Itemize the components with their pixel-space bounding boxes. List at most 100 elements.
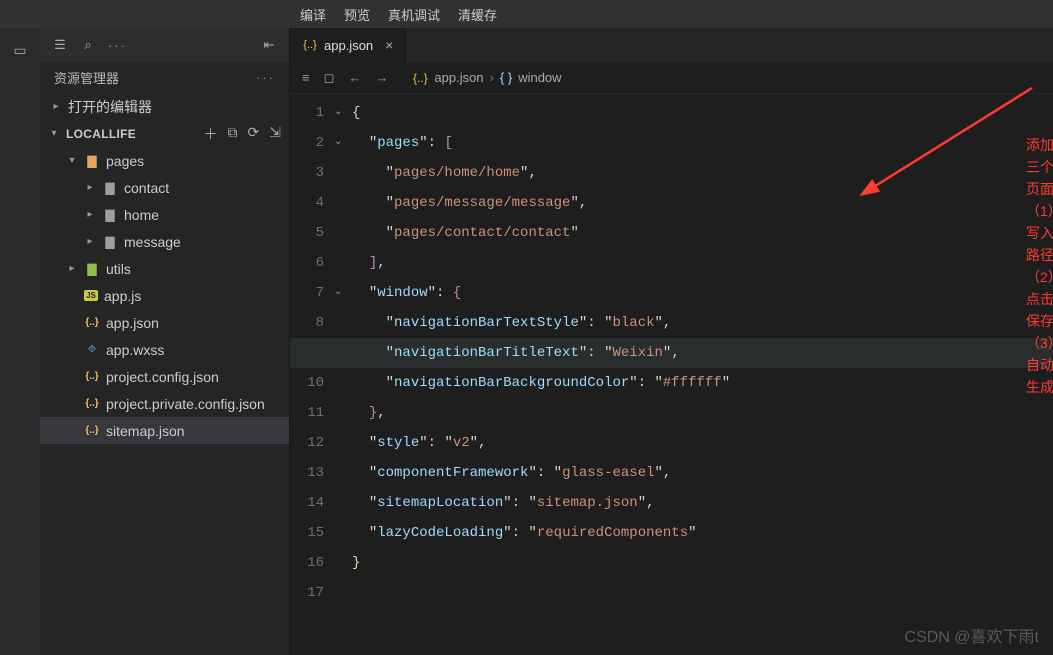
json-string: requiredComponents (537, 525, 688, 541)
collapse-panel-icon[interactable]: ⇤ (261, 37, 277, 53)
folder-icon: ▇ (102, 208, 118, 222)
chevron-right-icon: ▸ (84, 182, 96, 193)
folder-icon: ▇ (84, 262, 100, 276)
json-string: #ffffff (663, 375, 722, 391)
editor-area: {..} app.json × ≡ ◻ ← → {..} app.json › … (290, 28, 1053, 655)
json-string: black (612, 315, 654, 331)
menu-compile[interactable]: 编译 (300, 5, 326, 24)
folder-icon: ▇ (102, 235, 118, 249)
brace: { (453, 285, 461, 301)
folder-icon: ▇ (102, 181, 118, 195)
json-file-icon: {..} (302, 39, 318, 51)
file-label: sitemap.json (106, 423, 185, 439)
folder-pages[interactable]: ▾ ▇ pages (40, 147, 289, 174)
wxss-file-icon: ⟐ (84, 344, 100, 355)
sidebar-toolbar: ☰ ⌕ ··· ⇤ (40, 28, 289, 62)
menu-preview[interactable]: 预览 (344, 5, 370, 24)
json-string: pages/contact/contact (394, 225, 570, 241)
folder-label: utils (106, 261, 131, 277)
file-app-js[interactable]: JS app.js (40, 282, 289, 309)
file-label: project.config.json (106, 369, 219, 385)
file-app-json[interactable]: {..} app.json (40, 309, 289, 336)
file-label: app.js (104, 288, 141, 304)
chevron-down-icon: ▾ (48, 128, 60, 139)
breadcrumb-symbol: window (518, 70, 561, 85)
chevron-right-icon: ▸ (66, 263, 78, 274)
explorer-title: 资源管理器 (54, 68, 119, 87)
js-file-icon: JS (84, 290, 98, 301)
collapse-all-icon[interactable]: ⇲ (269, 124, 281, 144)
more-icon[interactable]: ··· (108, 38, 124, 53)
folder-label: message (124, 234, 181, 250)
folder-utils[interactable]: ▸ ▇ utils (40, 255, 289, 282)
menu-remote-debug[interactable]: 真机调试 (388, 5, 440, 24)
json-string: glass-easel (562, 465, 654, 481)
json-key: style (377, 435, 419, 451)
chevron-right-icon: ▸ (84, 236, 96, 247)
fold-icon[interactable]: ⌄ (334, 278, 342, 308)
file-project-config[interactable]: {..} project.config.json (40, 363, 289, 390)
file-app-wxss[interactable]: ⟐ app.wxss (40, 336, 289, 363)
json-string: pages/home/home (394, 165, 520, 181)
json-key: pages (377, 135, 419, 151)
project-name: LOCALLIFE (66, 127, 136, 141)
json-key: navigationBarTitleText (394, 345, 579, 361)
close-icon[interactable]: × (385, 37, 393, 53)
file-sitemap-json[interactable]: {..} sitemap.json (40, 417, 289, 444)
folder-home[interactable]: ▸ ▇ home (40, 201, 289, 228)
nav-back-icon[interactable]: ← (348, 70, 361, 85)
file-label: app.json (106, 315, 159, 331)
search-icon[interactable]: ⌕ (80, 37, 96, 53)
top-menubar: 编译 预览 真机调试 清缓存 (0, 0, 1053, 28)
fold-icon[interactable]: ⌄ (334, 128, 342, 158)
json-file-icon: {..} (84, 371, 100, 382)
folder-contact[interactable]: ▸ ▇ contact (40, 174, 289, 201)
project-root[interactable]: ▾ LOCALLIFE ＋ ⧉ ⟳ ⇲ (40, 120, 289, 147)
code-lines: { "pages": [ "pages/home/home", "pages/m… (352, 94, 1053, 655)
fold-column[interactable]: ⌄ ⌄ ⌄ (334, 94, 352, 655)
folder-label: contact (124, 180, 169, 196)
sidebar: ☰ ⌕ ··· ⇤ 资源管理器 ··· ▸ 打开的编辑器 ▾ LOCALLIFE… (40, 28, 290, 655)
code-editor[interactable]: 1234567891011121314151617 ⌄ ⌄ ⌄ { "pages… (290, 94, 1053, 655)
monitor-icon[interactable]: ▭ (13, 42, 26, 59)
open-editors-label: 打开的编辑器 (68, 97, 152, 117)
json-string: sitemap.json (537, 495, 638, 511)
list-icon[interactable]: ☰ (52, 37, 68, 53)
left-gutter: ▭ (0, 28, 40, 655)
outline-icon[interactable]: ≡ (302, 70, 310, 85)
json-key: lazyCodeLoading (377, 525, 503, 541)
folder-message[interactable]: ▸ ▇ message (40, 228, 289, 255)
breadcrumb[interactable]: {..} app.json › { } window (412, 70, 561, 85)
editor-toolbar: ≡ ◻ ← → {..} app.json › { } window (290, 62, 1053, 94)
json-string: Weixin (612, 345, 662, 361)
json-file-icon: {..} (84, 425, 100, 436)
file-label: app.wxss (106, 342, 164, 358)
menu-clear-cache[interactable]: 清缓存 (458, 5, 497, 24)
brace: { (352, 105, 360, 121)
open-editors-section[interactable]: ▸ 打开的编辑器 (40, 93, 289, 120)
folder-label: home (124, 207, 159, 223)
json-string: pages/message/message (394, 195, 570, 211)
explorer-header: 资源管理器 ··· (40, 62, 289, 93)
json-key: navigationBarTextStyle (394, 315, 579, 331)
bracket: [ (444, 135, 452, 151)
chevron-down-icon: ▾ (66, 155, 78, 166)
json-string: v2 (453, 435, 470, 451)
nav-forward-icon[interactable]: → (375, 70, 388, 85)
explorer-more-icon[interactable]: ··· (256, 70, 275, 85)
refresh-icon[interactable]: ⟳ (248, 124, 260, 144)
folder-label: pages (106, 153, 144, 169)
json-key: window (377, 285, 427, 301)
line-numbers: 1234567891011121314151617 (290, 94, 334, 655)
watermark: CSDN @喜欢下雨t (905, 623, 1039, 647)
json-file-icon: {..} (84, 398, 100, 409)
new-folder-icon[interactable]: ⧉ (228, 124, 238, 144)
bookmark-icon[interactable]: ◻ (324, 70, 335, 86)
file-project-private-config[interactable]: {..} project.private.config.json (40, 390, 289, 417)
new-file-icon[interactable]: ＋ (204, 124, 218, 144)
tab-app-json[interactable]: {..} app.json × (290, 28, 406, 62)
brace: } (352, 555, 360, 571)
file-label: project.private.config.json (106, 396, 265, 412)
chevron-right-icon: ▸ (50, 101, 62, 112)
fold-icon[interactable]: ⌄ (334, 98, 342, 128)
